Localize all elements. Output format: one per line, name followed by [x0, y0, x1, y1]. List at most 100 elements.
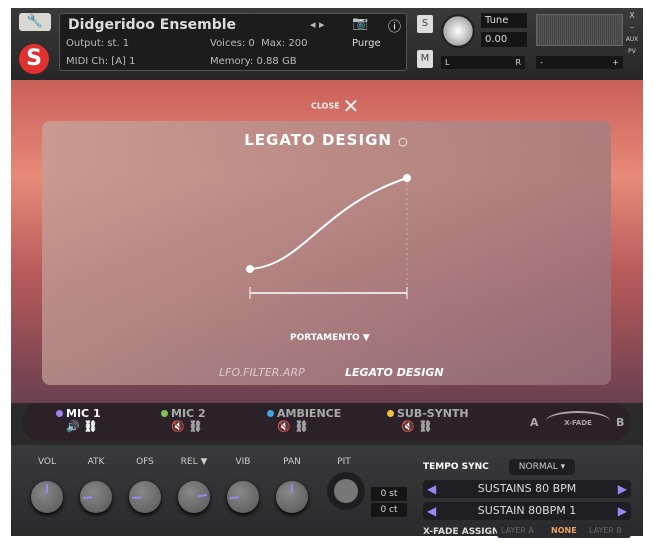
- articulation-selector-2[interactable]: ◀ SUSTAIN 80BPM 1 ▶: [423, 502, 631, 520]
- mode-dropdown[interactable]: PORTAMENTO ▼: [290, 333, 370, 343]
- pan-slider[interactable]: LR: [441, 56, 525, 69]
- close-label: CLOSE: [311, 101, 340, 111]
- xfade-label: X-FADE: [564, 419, 592, 427]
- articulation-selector-1[interactable]: ◀ SUSTAINS 80 BPM ▶: [423, 480, 631, 498]
- mic-2[interactable]: MIC 2 🔇 ⛓: [161, 407, 206, 433]
- voices-value: 0: [248, 38, 255, 49]
- cents-value[interactable]: 0 ct: [371, 503, 407, 517]
- articulation-name: SUSTAIN 80BPM 1: [477, 504, 577, 517]
- mute-icon[interactable]: 🔇 ⛓: [401, 420, 469, 433]
- curve-line: [249, 177, 408, 270]
- panel-title: LEGATO DESIGN ○: [42, 131, 611, 149]
- curve-start-handle[interactable]: [246, 265, 254, 273]
- arrow-left-icon[interactable]: ◀: [427, 480, 436, 498]
- volume-minus: -: [540, 58, 543, 67]
- knob-atk[interactable]: [80, 481, 112, 513]
- close-window-button[interactable]: X: [625, 10, 639, 22]
- mic-bar: MIC 1 🔊 ⛓ MIC 2 🔇 ⛓ AMBIENCE 🔇 ⛓ SUB-SYNTH 🔇…: [22, 403, 630, 441]
- title-text: LEGATO DESIGN: [244, 131, 392, 149]
- knob-pointer: [46, 484, 48, 493]
- tempo-sync-dropdown[interactable]: NORMAL ▾: [509, 459, 575, 475]
- purge-dropdown[interactable]: Purge: [352, 38, 381, 49]
- mute-icon[interactable]: 🔇 ⛓: [277, 420, 341, 433]
- output-value[interactable]: st. 1: [107, 38, 129, 49]
- circle-icon: ○: [398, 135, 409, 148]
- volume-slider[interactable]: - +: [536, 56, 623, 69]
- curve-end-handle[interactable]: [403, 174, 411, 182]
- prev-next-icon[interactable]: ◂ ▸: [310, 18, 325, 31]
- mic-sub-synth[interactable]: SUB-SYNTH 🔇 ⛓: [387, 407, 469, 433]
- instrument-logo: S: [19, 44, 49, 74]
- speaker-icon[interactable]: 🔊 ⛓: [66, 420, 101, 433]
- knob-vib[interactable]: [227, 481, 259, 513]
- close-overlay-button[interactable]: CLOSE ✕: [311, 94, 359, 118]
- tab-lfo-filter-arp[interactable]: LFO.FILTER.ARP: [219, 366, 305, 379]
- knob-pointer: [291, 484, 293, 493]
- voices-label: Voices:: [210, 38, 246, 49]
- info-icon[interactable]: ⓘ: [388, 16, 401, 35]
- instrument-info: Didgeridoo Ensemble ◂ ▸ 📷 ⓘ Output: st. …: [59, 13, 407, 71]
- xfade-layer-a[interactable]: LAYER A: [501, 524, 534, 538]
- memory-value: 0.88 GB: [256, 56, 297, 67]
- instrument-header: 🔧 S Didgeridoo Ensemble ◂ ▸ 📷 ⓘ Output: …: [11, 8, 643, 80]
- xfade-none[interactable]: NONE: [551, 524, 577, 538]
- volume-plus: +: [612, 58, 619, 67]
- wrench-icon[interactable]: 🔧: [19, 13, 51, 31]
- knob-label: REL ▼: [180, 457, 208, 467]
- instrument-name[interactable]: Didgeridoo Ensemble: [68, 17, 236, 33]
- pan-right-label: R: [515, 58, 521, 67]
- knob-pointer: [229, 496, 240, 500]
- memory-label: Memory:: [210, 56, 254, 67]
- mute-icon[interactable]: 🔇 ⛓: [171, 420, 206, 433]
- max-label: Max:: [261, 38, 286, 49]
- tune-value[interactable]: 0.00: [481, 32, 527, 47]
- minimize-button[interactable]: –: [625, 22, 639, 34]
- articulation-name: SUSTAINS 80 BPM: [477, 482, 577, 495]
- tab-legato-design[interactable]: LEGATO DESIGN: [345, 366, 444, 379]
- legato-curve[interactable]: [232, 166, 422, 306]
- midi-label: MIDI Ch:: [66, 56, 109, 67]
- max-value[interactable]: 200: [288, 38, 307, 49]
- knob-rel[interactable]: [178, 481, 210, 513]
- close-icon: ✕: [342, 94, 360, 118]
- knob-label: PAN: [283, 457, 301, 467]
- pan-left-label: L: [445, 58, 450, 67]
- knob-label: ATK: [87, 457, 105, 467]
- knob-label: VIB: [235, 457, 251, 467]
- xfade-slider[interactable]: X-FADE: [546, 411, 610, 431]
- arrow-left-icon[interactable]: ◀: [427, 502, 436, 520]
- pitch-knob[interactable]: [327, 472, 365, 510]
- aux-button[interactable]: AUX: [625, 34, 639, 46]
- tune-knob[interactable]: [441, 14, 475, 48]
- arrow-right-icon[interactable]: ▶: [618, 502, 627, 520]
- xfade-a-label: A: [530, 416, 539, 429]
- chevron-down-icon: ▼: [362, 333, 370, 343]
- midi-value[interactable]: [A] 1: [111, 56, 135, 67]
- semitones-value[interactable]: 0 st: [371, 487, 407, 501]
- solo-button[interactable]: S: [417, 15, 433, 33]
- artwork-area: CLOSE ✕ LEGATO DESIGN ○ PORTAMENTO ▼ LFO…: [11, 80, 643, 403]
- knob-vol[interactable]: [31, 481, 63, 513]
- mic-1[interactable]: MIC 1 🔊 ⛓: [56, 407, 101, 433]
- kontakt-window: 🔧 S Didgeridoo Ensemble ◂ ▸ 📷 ⓘ Output: …: [11, 8, 643, 538]
- level-meter: [536, 14, 623, 46]
- knob-pan[interactable]: [276, 481, 308, 513]
- knob-pointer: [197, 493, 207, 498]
- xfade-b-label: B: [616, 416, 625, 429]
- knob-pointer: [131, 496, 142, 500]
- legato-design-panel: LEGATO DESIGN ○ PORTAMENTO ▼ LFO.FILTER.…: [42, 121, 611, 385]
- xfade-assign-label: X-FADE ASSIGN: [423, 527, 500, 537]
- arrow-right-icon[interactable]: ▶: [618, 480, 627, 498]
- output-label: Output:: [66, 38, 105, 49]
- xfade-layer-b[interactable]: LAYER B: [589, 524, 622, 538]
- mic-label: AMBIENCE: [277, 407, 342, 420]
- mute-button[interactable]: M: [417, 50, 433, 68]
- knob-ofs[interactable]: [129, 481, 161, 513]
- tune-label: Tune: [481, 13, 527, 28]
- mic-label: MIC 2: [171, 407, 206, 420]
- camera-icon[interactable]: 📷: [352, 16, 368, 31]
- pitch-label: PIT: [337, 457, 351, 467]
- tempo-sync-label: TEMPO SYNC: [423, 462, 489, 472]
- mic-ambience[interactable]: AMBIENCE 🔇 ⛓: [267, 407, 341, 433]
- pv-button[interactable]: PV: [625, 46, 639, 58]
